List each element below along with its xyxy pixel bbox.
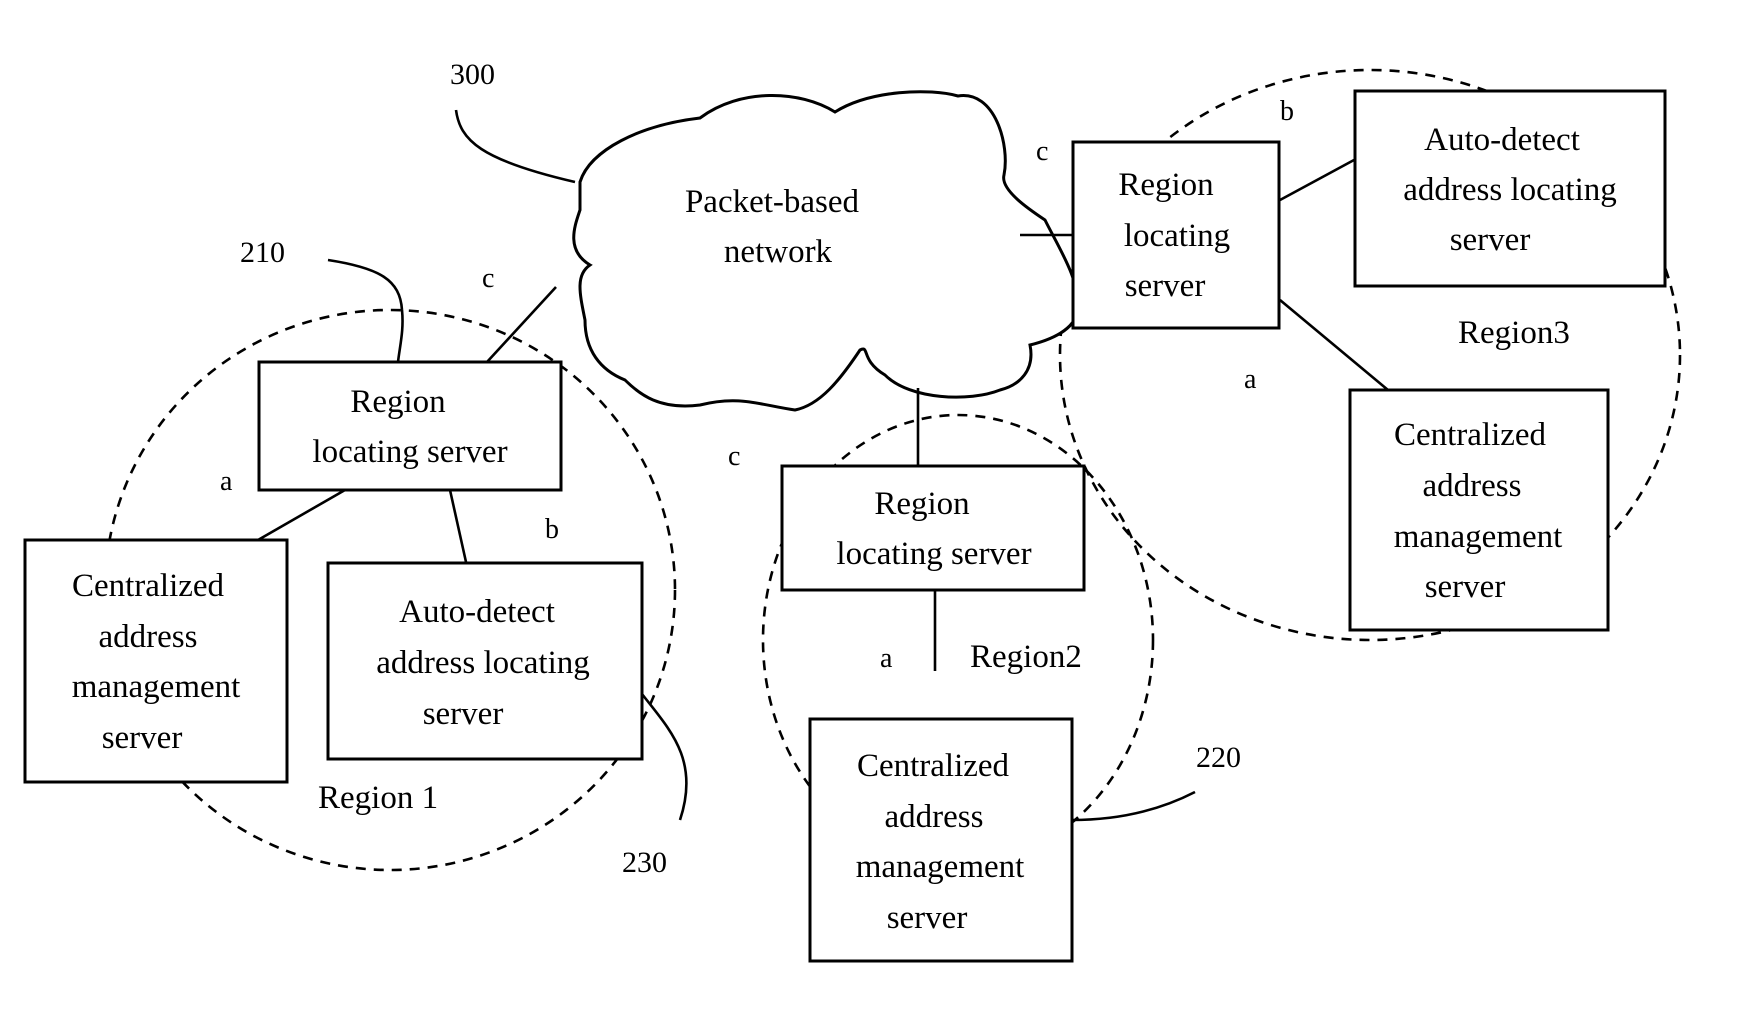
region1-label: Region 1 bbox=[318, 780, 438, 816]
region3-label: Region3 bbox=[1458, 315, 1570, 351]
region2-region-locating-server: Region locating server bbox=[780, 464, 1086, 592]
ref-220: 220 bbox=[1196, 741, 1241, 774]
region1-link-c bbox=[486, 286, 557, 363]
region2-server-line-2: locating server bbox=[836, 536, 1031, 572]
region3-server-line-3: server bbox=[1125, 268, 1206, 304]
ref-300-leader bbox=[454, 109, 576, 184]
region3-auto-detect-address-locating-server: Auto-detect address locating server bbox=[1353, 89, 1667, 288]
region3-server-line-1: Region bbox=[1118, 167, 1213, 203]
region2-link-a-label: a bbox=[880, 643, 893, 674]
region3-centralized-line-3: management bbox=[1394, 519, 1563, 555]
region3-link-b bbox=[1279, 158, 1355, 202]
network-diagram: Packet-based network 300 c a b Region lo… bbox=[23, 58, 1682, 963]
region3-region-locating-server: Region locating server bbox=[1071, 140, 1281, 330]
region2-centralized-line-1: Centralized bbox=[857, 748, 1010, 784]
region2-centralized-line-2: address bbox=[885, 799, 984, 835]
region1-link-b bbox=[448, 489, 468, 563]
region3-link-b-label: b bbox=[1280, 96, 1294, 127]
region1-autodetect-line-3: server bbox=[423, 696, 504, 732]
region3-centralized-line-4: server bbox=[1425, 569, 1506, 605]
region1-link-c-label: c bbox=[482, 263, 494, 294]
region1-centralized-line-1: Centralized bbox=[72, 568, 225, 604]
region3-centralized-line-2: address bbox=[1423, 468, 1522, 504]
region3-autodetect-line-2: address locating bbox=[1403, 172, 1617, 208]
region2-label: Region2 bbox=[970, 639, 1082, 675]
network-label-line-2: network bbox=[724, 234, 833, 270]
region3-link-a-label: a bbox=[1244, 364, 1257, 395]
region2-centralized-address-management-server: Centralized address management server bbox=[808, 717, 1074, 963]
ref-230: 230 bbox=[622, 846, 667, 879]
region1-auto-detect-address-locating-server: Auto-detect address locating server bbox=[326, 561, 644, 761]
region1-server-line-1: Region bbox=[350, 384, 445, 420]
network-label-line-1: Packet-based bbox=[685, 184, 860, 220]
region1-autodetect-line-1: Auto-detect bbox=[399, 594, 555, 630]
region1-server-line-2: locating server bbox=[312, 434, 507, 470]
region1-region-locating-server: Region locating server bbox=[257, 360, 563, 492]
ref-210: 210 bbox=[240, 236, 285, 269]
ref-230-leader bbox=[640, 693, 688, 821]
region2-server-line-1: Region bbox=[874, 486, 969, 522]
region1-centralized-line-3: management bbox=[72, 669, 241, 705]
region1-centralized-address-management-server: Centralized address management server bbox=[23, 538, 289, 784]
region1-autodetect-line-2: address locating bbox=[376, 645, 590, 681]
region3-link-c-label: c bbox=[1036, 136, 1048, 167]
ref-300: 300 bbox=[450, 58, 495, 91]
region3-centralized-address-management-server: Centralized address management server bbox=[1348, 388, 1610, 632]
region2-link-c-label: c bbox=[728, 441, 740, 472]
region1-centralized-line-2: address bbox=[99, 619, 198, 655]
region2-centralized-line-3: management bbox=[856, 849, 1025, 885]
region1-link-a-label: a bbox=[220, 466, 233, 497]
region1-link-a bbox=[257, 488, 346, 542]
region1-link-b-label: b bbox=[545, 514, 559, 545]
region1-centralized-line-4: server bbox=[102, 720, 183, 756]
region3-server-line-2: locating bbox=[1124, 218, 1230, 254]
region3-centralized-line-1: Centralized bbox=[1394, 417, 1547, 453]
region3-autodetect-line-1: Auto-detect bbox=[1424, 122, 1580, 158]
region3-autodetect-line-3: server bbox=[1450, 222, 1531, 258]
region3-link-a bbox=[1279, 299, 1389, 391]
region2-centralized-line-4: server bbox=[887, 900, 968, 936]
